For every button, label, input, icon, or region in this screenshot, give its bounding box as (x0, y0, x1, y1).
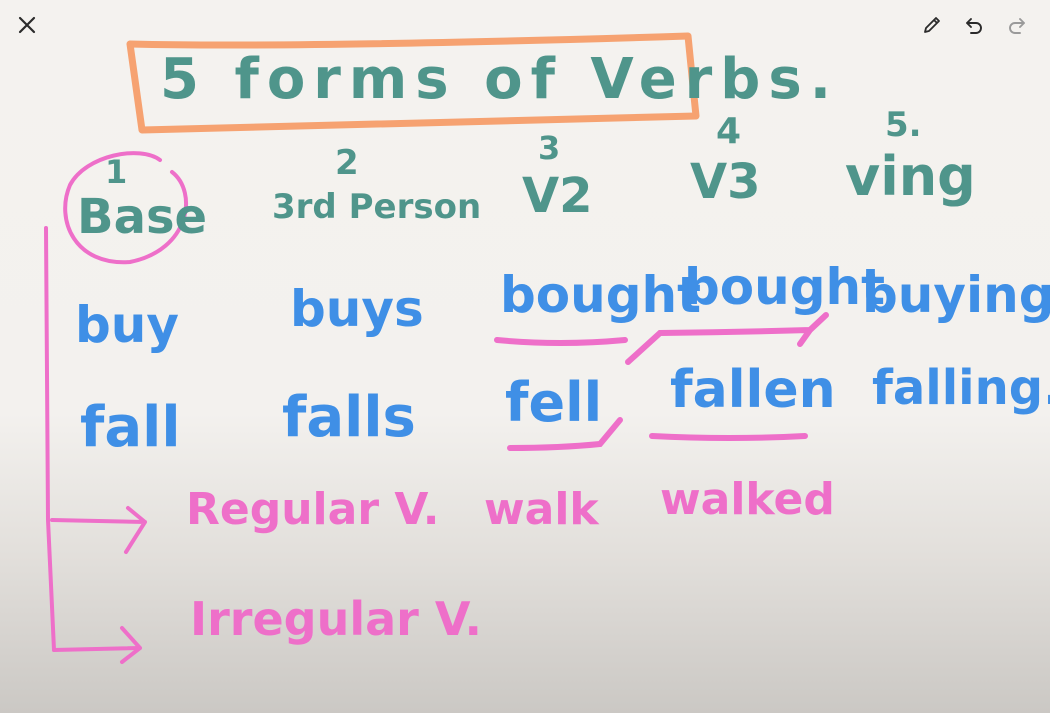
header-3rd-person: 3rd Person (272, 187, 482, 227)
word-buying: buying (862, 266, 1050, 324)
redo-icon (1009, 18, 1025, 34)
redo-button[interactable] (1003, 11, 1031, 39)
word-fall: fall (80, 395, 181, 460)
header-number-5: 5. (885, 105, 922, 145)
header-number-2: 2 (335, 143, 359, 183)
undo-icon (966, 18, 982, 34)
regular-example-walk: walk (484, 484, 599, 535)
arrow-regular (50, 506, 147, 554)
underline-fallen (649, 433, 808, 441)
regular-verb-label: Regular V. (186, 484, 440, 535)
header-number-4: 4 (716, 111, 742, 152)
header-ving: Ving (845, 145, 976, 208)
word-bought-v2: bought (500, 266, 702, 324)
pen-tool-button[interactable] (918, 11, 946, 39)
header-number-1: 1 (105, 153, 128, 191)
word-fallen: fallen (670, 360, 836, 420)
undo-button[interactable] (960, 11, 988, 39)
word-falling: falling. (872, 360, 1050, 416)
header-number-3: 3 (538, 129, 561, 167)
header-base: Base (77, 189, 208, 245)
word-falls: falls (282, 385, 416, 450)
header-v3: V3 (690, 154, 761, 210)
irregular-verb-label: Irregular V. (190, 592, 483, 646)
underline-bought-v2 (494, 337, 628, 346)
word-buys: buys (290, 280, 424, 338)
bracket-line (44, 226, 56, 652)
word-bought-v3: bought (684, 258, 886, 316)
arrow-irregular (52, 626, 142, 664)
close-icon (18, 16, 36, 34)
close-button[interactable] (13, 11, 41, 39)
pencil-icon (924, 17, 940, 33)
board-title: 5 forms of Verbs. (160, 47, 839, 112)
word-buy: buy (75, 296, 179, 354)
header-v2: V2 (522, 168, 593, 224)
word-fell: fell (505, 371, 603, 434)
regular-example-walked: walked (660, 474, 835, 525)
